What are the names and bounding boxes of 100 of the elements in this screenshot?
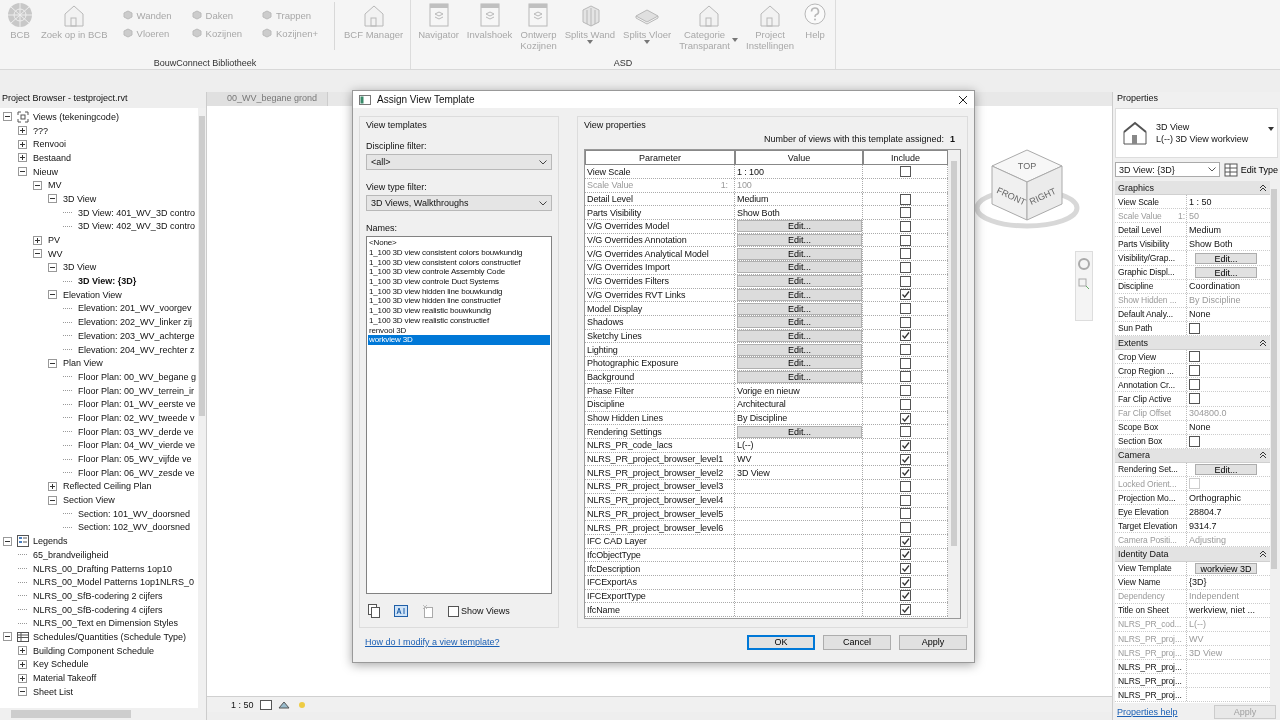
tree-item[interactable]: Section View: [62, 495, 116, 506]
tree-item[interactable]: MV: [47, 180, 63, 191]
tree-item[interactable]: ???: [32, 125, 50, 136]
edit-button[interactable]: Edit...: [737, 247, 862, 260]
tree-item[interactable]: Legends: [32, 536, 69, 547]
collapse-icon[interactable]: [1259, 451, 1267, 460]
tree-item[interactable]: Floor Plan: 05_WV_vijfde ve: [77, 454, 193, 465]
show-views-checkbox[interactable]: [448, 605, 459, 617]
include-checkbox[interactable]: [899, 275, 911, 287]
tree-item[interactable]: Bestaand: [32, 152, 73, 163]
tree-item[interactable]: NLRS_00_SfB-codering 2 cijfers: [32, 590, 164, 601]
include-checkbox[interactable]: [899, 289, 911, 301]
collapse-toggle[interactable]: [33, 249, 42, 259]
include-checkbox[interactable]: [899, 303, 911, 315]
tree-item[interactable]: WV: [47, 248, 64, 259]
include-checkbox[interactable]: [899, 248, 911, 260]
tree-item[interactable]: Floor Plan: 04_WV_vierde ve: [77, 440, 197, 451]
tree-item[interactable]: PV: [47, 235, 61, 246]
tree-item[interactable]: Elevation View: [62, 289, 123, 300]
tree-item[interactable]: 65_brandveiligheid: [32, 549, 110, 560]
visual-style-icon[interactable]: [277, 699, 290, 710]
tree-item[interactable]: Schedules/Quantities (Schedule Type): [32, 631, 187, 642]
expand-toggle[interactable]: [18, 646, 27, 656]
expand-toggle[interactable]: [33, 235, 42, 245]
discipline-dropdown[interactable]: <all>: [366, 154, 552, 171]
collapse-toggle[interactable]: [48, 262, 57, 272]
include-checkbox[interactable]: [899, 207, 911, 219]
tree-item[interactable]: 3D View: {3D}: [77, 276, 138, 287]
include-checkbox[interactable]: [899, 385, 911, 397]
tree-item[interactable]: NLRS_00_Drafting Patterns 1op10: [32, 563, 174, 574]
tree-item[interactable]: 3D View: [62, 262, 98, 273]
collapse-toggle[interactable]: [48, 495, 57, 505]
dialog-button[interactable]: Cancel: [823, 634, 891, 650]
scrollbar[interactable]: [948, 150, 960, 619]
collapse-toggle[interactable]: [48, 358, 57, 368]
tree-item[interactable]: Section: 102_WV_doorsned: [77, 522, 192, 533]
tree-item[interactable]: Views (tekeningcode): [32, 111, 120, 122]
include-checkbox[interactable]: [899, 330, 911, 342]
collapse-toggle[interactable]: [48, 290, 57, 300]
include-checkbox[interactable]: [899, 604, 911, 616]
list-item[interactable]: 1_100 3D view hidden line bouwkundig: [368, 286, 550, 297]
tree-item[interactable]: 3D View: 401_WV_3D contro: [77, 207, 196, 218]
include-checkbox[interactable]: [899, 261, 911, 273]
include-checkbox[interactable]: [899, 522, 911, 534]
property-checkbox[interactable]: [1189, 323, 1200, 334]
property-checkbox[interactable]: [1189, 435, 1200, 447]
list-item[interactable]: workview 3D: [368, 335, 550, 345]
tree-item[interactable]: Floor Plan: 00_WV_terrein_ir: [77, 385, 196, 396]
expand-toggle[interactable]: [18, 126, 27, 136]
instance-dropdown[interactable]: 3D View: {3D}: [1115, 162, 1220, 177]
edit-button[interactable]: Edit...: [737, 275, 862, 288]
collapse-toggle[interactable]: [48, 194, 57, 204]
edit-button[interactable]: Edit...: [737, 316, 862, 329]
include-checkbox[interactable]: [899, 576, 911, 588]
collapse-icon[interactable]: [1259, 550, 1267, 558]
include-checkbox[interactable]: [899, 494, 911, 506]
rename-icon[interactable]: [394, 605, 408, 618]
include-checkbox[interactable]: [899, 549, 911, 561]
dialog-button[interactable]: Apply: [899, 634, 967, 650]
dialog-button[interactable]: OK: [747, 634, 815, 650]
tree-item[interactable]: Nieuw: [32, 166, 59, 177]
include-checkbox[interactable]: [899, 535, 911, 547]
collapse-toggle[interactable]: [18, 167, 27, 177]
include-checkbox[interactable]: [899, 412, 911, 424]
expand-toggle[interactable]: [18, 139, 27, 149]
property-checkbox[interactable]: [1189, 351, 1200, 363]
scale-label[interactable]: 1 : 50: [231, 699, 254, 710]
type-selector[interactable]: 3D View L(--) 3D View workview: [1115, 108, 1278, 158]
expand-toggle[interactable]: [18, 153, 27, 163]
value-button[interactable]: workview 3D: [1195, 562, 1257, 574]
include-checkbox[interactable]: [899, 467, 911, 479]
value-button[interactable]: Edit...: [1195, 463, 1257, 475]
include-checkbox[interactable]: [899, 563, 911, 575]
list-item[interactable]: renvooi 3D: [368, 325, 550, 336]
list-item[interactable]: <None>: [368, 238, 550, 248]
tree-item[interactable]: Section: 101_WV_doorsned: [77, 508, 192, 519]
tree-item[interactable]: Elevation: 201_WV_voorgev: [77, 303, 193, 314]
detail-level-icon[interactable]: [259, 699, 272, 710]
edit-button[interactable]: Edit...: [737, 261, 862, 274]
tree-item[interactable]: Building Component Schedule: [32, 645, 156, 656]
column-header[interactable]: Include: [863, 150, 948, 166]
include-checkbox[interactable]: [899, 344, 911, 356]
collapse-icon[interactable]: [1259, 183, 1267, 192]
property-checkbox[interactable]: [1189, 379, 1200, 391]
help-link[interactable]: Properties help: [1117, 706, 1178, 717]
list-item[interactable]: 1_100 3D view realistic bouwkundig: [368, 306, 550, 316]
expand-toggle[interactable]: [18, 659, 27, 669]
column-header[interactable]: Parameter: [585, 150, 735, 166]
tree-item[interactable]: Sheet List: [32, 686, 75, 697]
tree-item[interactable]: Renvooi: [32, 139, 68, 150]
tree-item[interactable]: NLRS_00_SfB-codering 4 cijfers: [32, 604, 164, 615]
list-item[interactable]: 1_100 3D view realistic constructief: [368, 315, 550, 326]
tree-item[interactable]: Floor Plan: 06_WV_zesde ve: [77, 467, 196, 478]
collapse-toggle[interactable]: [3, 536, 12, 546]
include-checkbox[interactable]: [899, 480, 911, 492]
edit-button[interactable]: Edit...: [737, 343, 862, 356]
tree-item[interactable]: Floor Plan: 03_WV_derde ve: [77, 426, 195, 437]
property-checkbox[interactable]: [1189, 365, 1200, 377]
include-checkbox[interactable]: [899, 234, 911, 246]
list-item[interactable]: 1_100 3D view controle Assembly Code: [368, 267, 550, 278]
